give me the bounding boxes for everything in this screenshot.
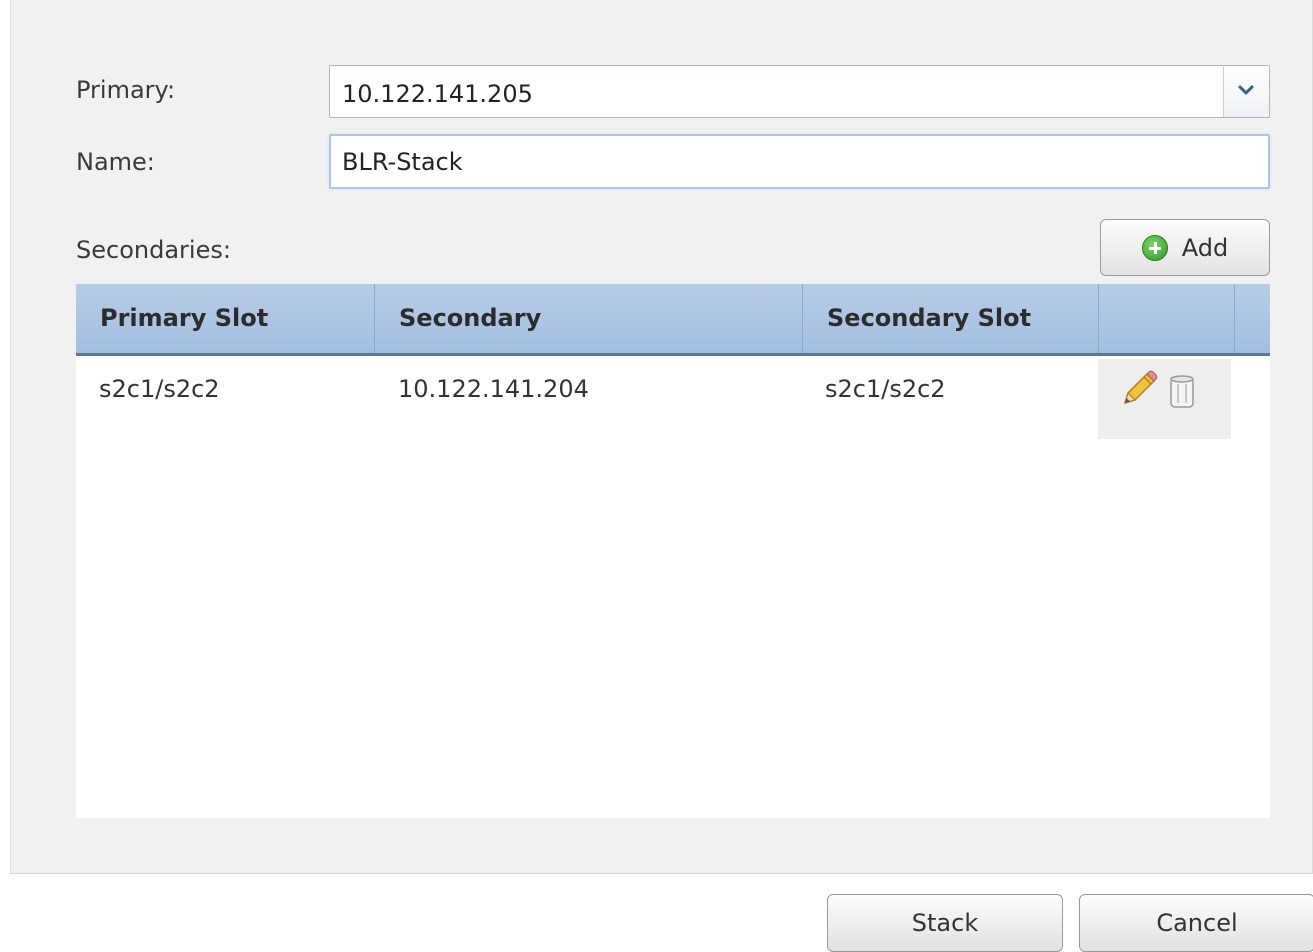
table-header: Primary Slot Secondary Secondary Slot <box>76 284 1270 356</box>
trash-icon[interactable] <box>1168 373 1196 409</box>
pencil-icon[interactable] <box>1118 370 1158 410</box>
column-header-primary-slot[interactable]: Primary Slot <box>76 284 375 353</box>
secondaries-label: Secondaries: <box>76 236 231 264</box>
dropdown-button[interactable] <box>1223 66 1269 117</box>
column-header-secondary[interactable]: Secondary <box>375 284 803 353</box>
cell-primary-slot: s2c1/s2c2 <box>99 375 220 403</box>
name-label: Name: <box>76 148 155 176</box>
dialog-panel: Primary: 10.122.141.205 Name: Secondarie… <box>10 0 1313 874</box>
chevron-down-icon <box>1238 85 1254 95</box>
column-header-filler <box>1235 284 1270 353</box>
secondaries-table: Primary Slot Secondary Secondary Slot s2… <box>76 284 1270 818</box>
cell-secondary-slot: s2c1/s2c2 <box>825 375 946 403</box>
name-input[interactable] <box>329 134 1270 189</box>
column-header-secondary-slot[interactable]: Secondary Slot <box>803 284 1099 353</box>
cell-secondary: 10.122.141.204 <box>398 375 589 403</box>
add-icon <box>1141 234 1168 261</box>
primary-label: Primary: <box>76 76 176 104</box>
stack-button[interactable]: Stack <box>827 894 1063 952</box>
table-row[interactable]: s2c1/s2c2 10.122.141.204 s2c1/s2c2 <box>76 359 1270 439</box>
row-actions <box>1098 359 1231 439</box>
column-header-actions <box>1099 284 1235 353</box>
primary-select-value: 10.122.141.205 <box>342 80 533 108</box>
add-button-label: Add <box>1181 233 1229 262</box>
cancel-button[interactable]: Cancel <box>1079 894 1313 952</box>
primary-select[interactable]: 10.122.141.205 <box>329 65 1270 118</box>
add-secondary-button[interactable]: Add <box>1100 219 1270 276</box>
